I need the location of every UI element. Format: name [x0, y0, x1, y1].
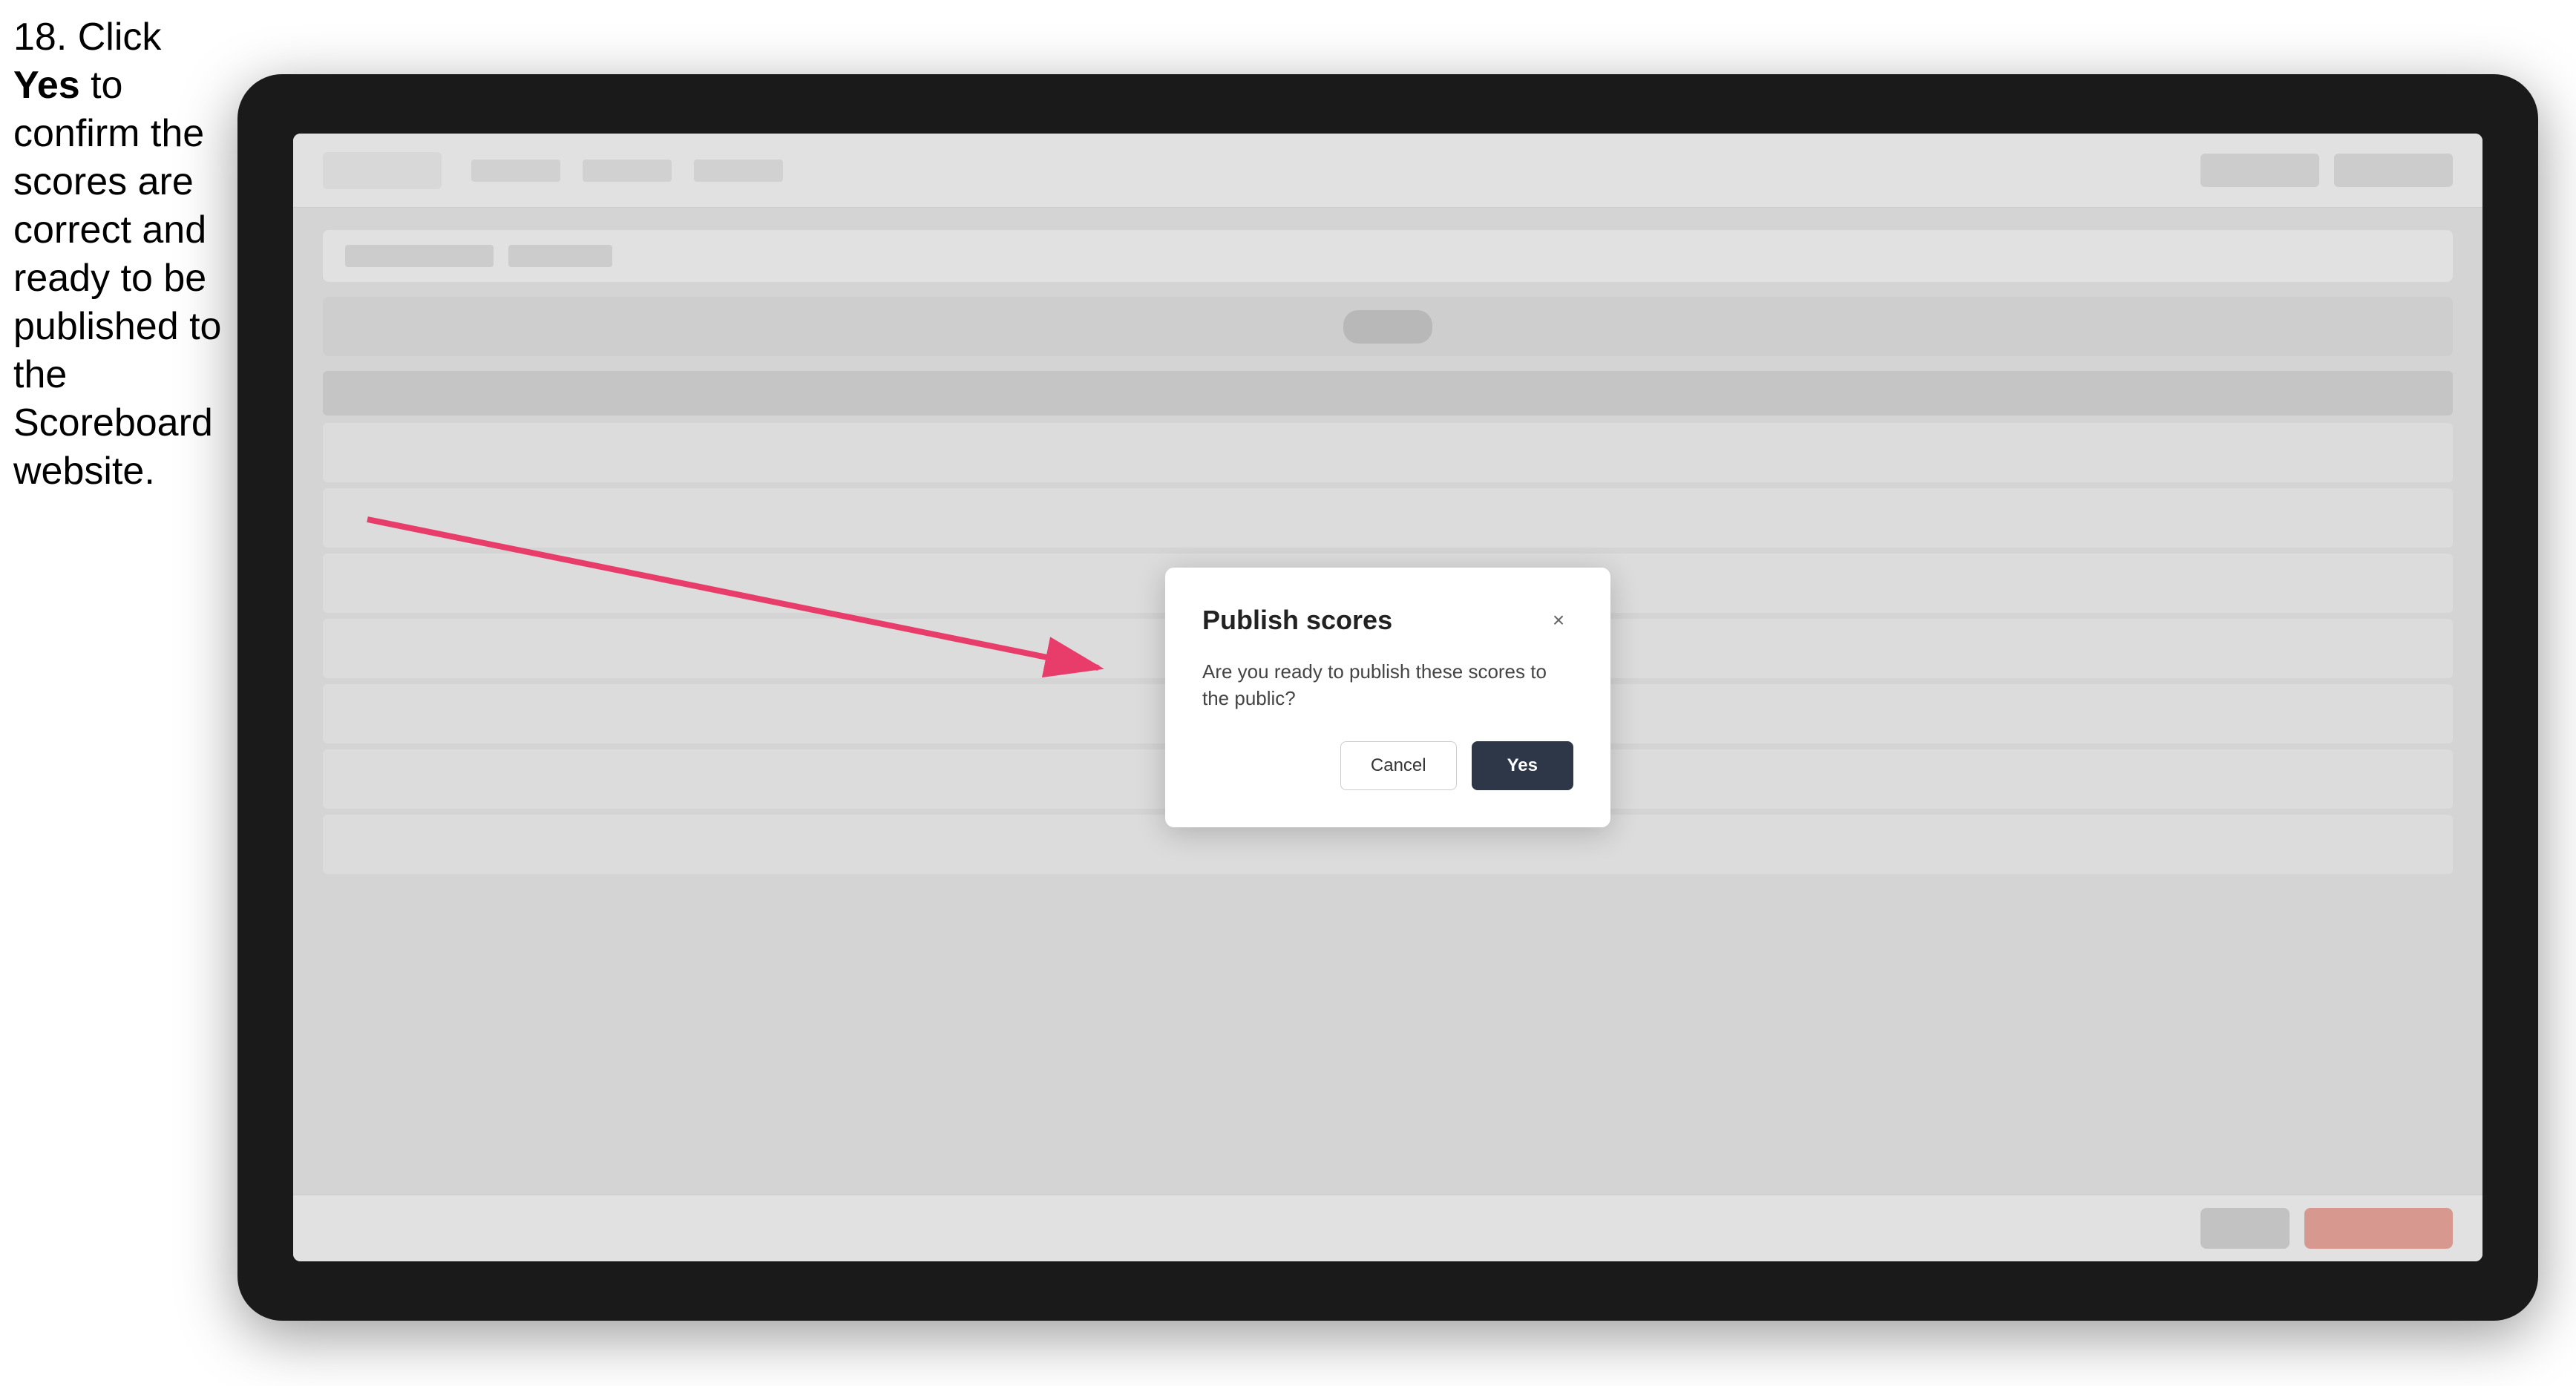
modal-footer: Cancel Yes	[1202, 741, 1573, 790]
modal-header: Publish scores ×	[1202, 605, 1573, 636]
cancel-button[interactable]: Cancel	[1340, 741, 1457, 790]
instruction-text: 18. Click Yes to confirm the scores are …	[13, 13, 229, 496]
instruction-click: Click	[78, 16, 162, 59]
instruction-number: 18.	[13, 16, 67, 59]
yes-button[interactable]: Yes	[1472, 741, 1573, 790]
instruction-bold: Yes	[13, 64, 80, 107]
publish-scores-modal: Publish scores × Are you ready to publis…	[1165, 568, 1610, 828]
instruction-rest: to confirm the scores are correct and re…	[13, 64, 221, 493]
modal-overlay: Publish scores × Are you ready to publis…	[293, 134, 2482, 1261]
modal-body-text: Are you ready to publish these scores to…	[1202, 658, 1573, 712]
modal-title: Publish scores	[1202, 605, 1392, 636]
modal-close-button[interactable]: ×	[1544, 605, 1573, 635]
tablet-screen: Publish scores × Are you ready to publis…	[293, 134, 2482, 1261]
tablet-device: Publish scores × Are you ready to publis…	[237, 74, 2538, 1321]
